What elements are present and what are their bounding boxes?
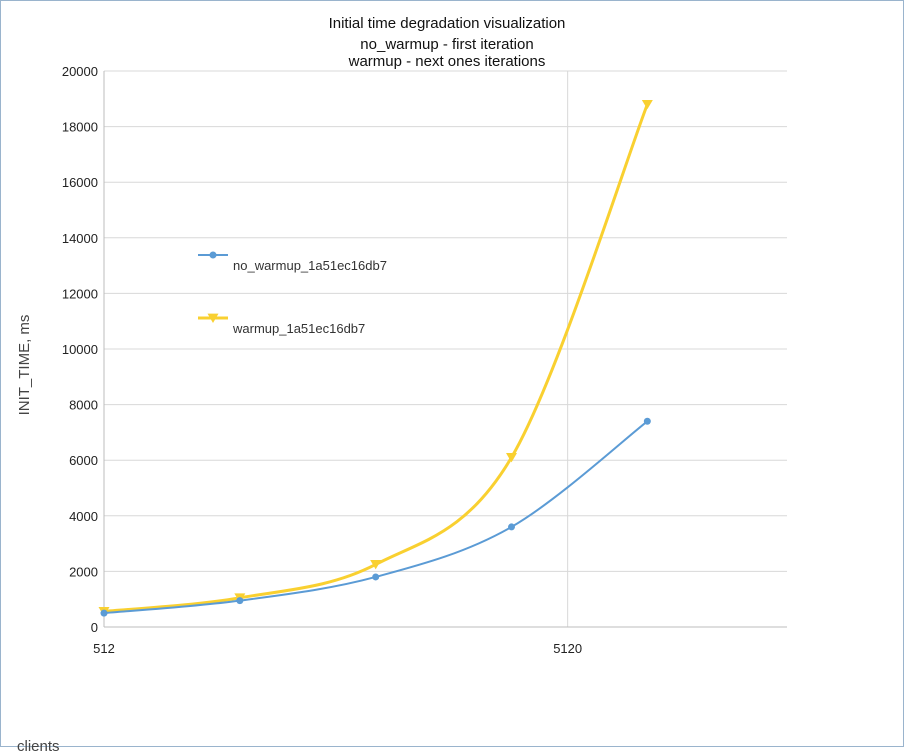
- legend-label: warmup_1a51ec16db7: [232, 321, 365, 336]
- x-axis-title: clients: [17, 738, 60, 754]
- data-point: [372, 573, 380, 581]
- y-tick-label: 0: [91, 620, 98, 635]
- line-chart: Initial time degradation visualization n…: [16, 15, 787, 754]
- data-point: [643, 417, 651, 425]
- legend-label: no_warmup_1a51ec16db7: [233, 258, 387, 273]
- tick-labels: 0 2000 4000 6000 8000 10000 12000 14000 16000 180…: [62, 64, 582, 656]
- x-tick-label: 512: [93, 641, 115, 656]
- y-tick-label: 6000: [69, 453, 98, 468]
- y-axis-title: INIT_TIME, ms: [16, 315, 33, 416]
- y-tick-label: 2000: [69, 564, 98, 579]
- y-tick-label: 8000: [69, 398, 98, 413]
- y-tick-label: 18000: [62, 120, 98, 135]
- gridlines: [104, 70, 787, 627]
- y-tick-label: 20000: [62, 64, 98, 79]
- series-line: [103, 420, 648, 615]
- x-tick-label: 5120: [553, 641, 582, 656]
- data-point: [100, 609, 108, 617]
- series: [98, 99, 653, 617]
- y-tick-label: 12000: [62, 286, 98, 301]
- chart-title-line-3: warmup - next ones iterations: [348, 53, 546, 70]
- series-no_warmup_1a51ec16db7: [100, 417, 651, 617]
- chart-title-line-2: no_warmup - first iteration: [360, 36, 533, 53]
- data-point: [508, 523, 516, 531]
- series-warmup_1a51ec16db7: [98, 99, 653, 617]
- legend-swatch-marker: [209, 251, 217, 259]
- series-line: [103, 103, 649, 613]
- y-tick-label: 10000: [62, 342, 98, 357]
- data-point: [236, 597, 244, 605]
- chart-frame: Initial time degradation visualization n…: [0, 0, 904, 754]
- chart-title-line-1: Initial time degradation visualization: [329, 15, 566, 32]
- y-tick-label: 14000: [62, 231, 98, 246]
- legend-item: no_warmup_1a51ec16db7: [198, 251, 387, 273]
- y-tick-label: 16000: [62, 175, 98, 190]
- legend-item: warmup_1a51ec16db7: [198, 313, 365, 336]
- data-point: [641, 99, 653, 110]
- y-tick-label: 4000: [69, 509, 98, 524]
- chart-title: Initial time degradation visualization n…: [329, 15, 566, 70]
